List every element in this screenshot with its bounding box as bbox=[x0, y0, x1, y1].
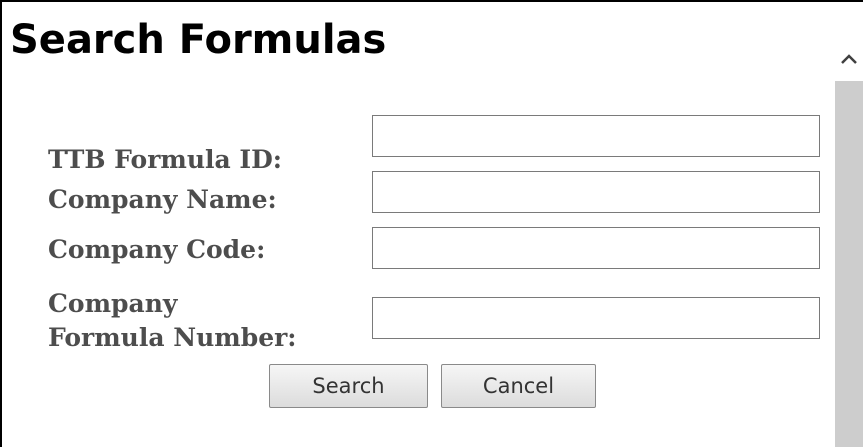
company-formula-number-label-line2: Formula Number: bbox=[48, 323, 297, 352]
company-formula-number-label-line1: Company bbox=[48, 289, 178, 318]
page-title: Search Formulas bbox=[10, 17, 387, 63]
scrollbar-thumb[interactable] bbox=[835, 81, 863, 447]
company-formula-number-field[interactable] bbox=[372, 297, 820, 339]
company-name-field[interactable] bbox=[372, 171, 820, 213]
company-code-label: Company Code: bbox=[48, 235, 266, 264]
chevron-up-icon bbox=[841, 54, 857, 64]
page-frame bbox=[0, 0, 863, 447]
cancel-button[interactable]: Cancel bbox=[441, 364, 596, 408]
ttb-formula-id-label: TTB Formula ID: bbox=[48, 145, 283, 174]
ttb-formula-id-field[interactable] bbox=[372, 115, 820, 157]
search-button[interactable]: Search bbox=[269, 364, 428, 408]
company-name-label: Company Name: bbox=[48, 185, 277, 214]
scroll-up-button[interactable] bbox=[835, 37, 863, 81]
company-code-field[interactable] bbox=[372, 227, 820, 269]
